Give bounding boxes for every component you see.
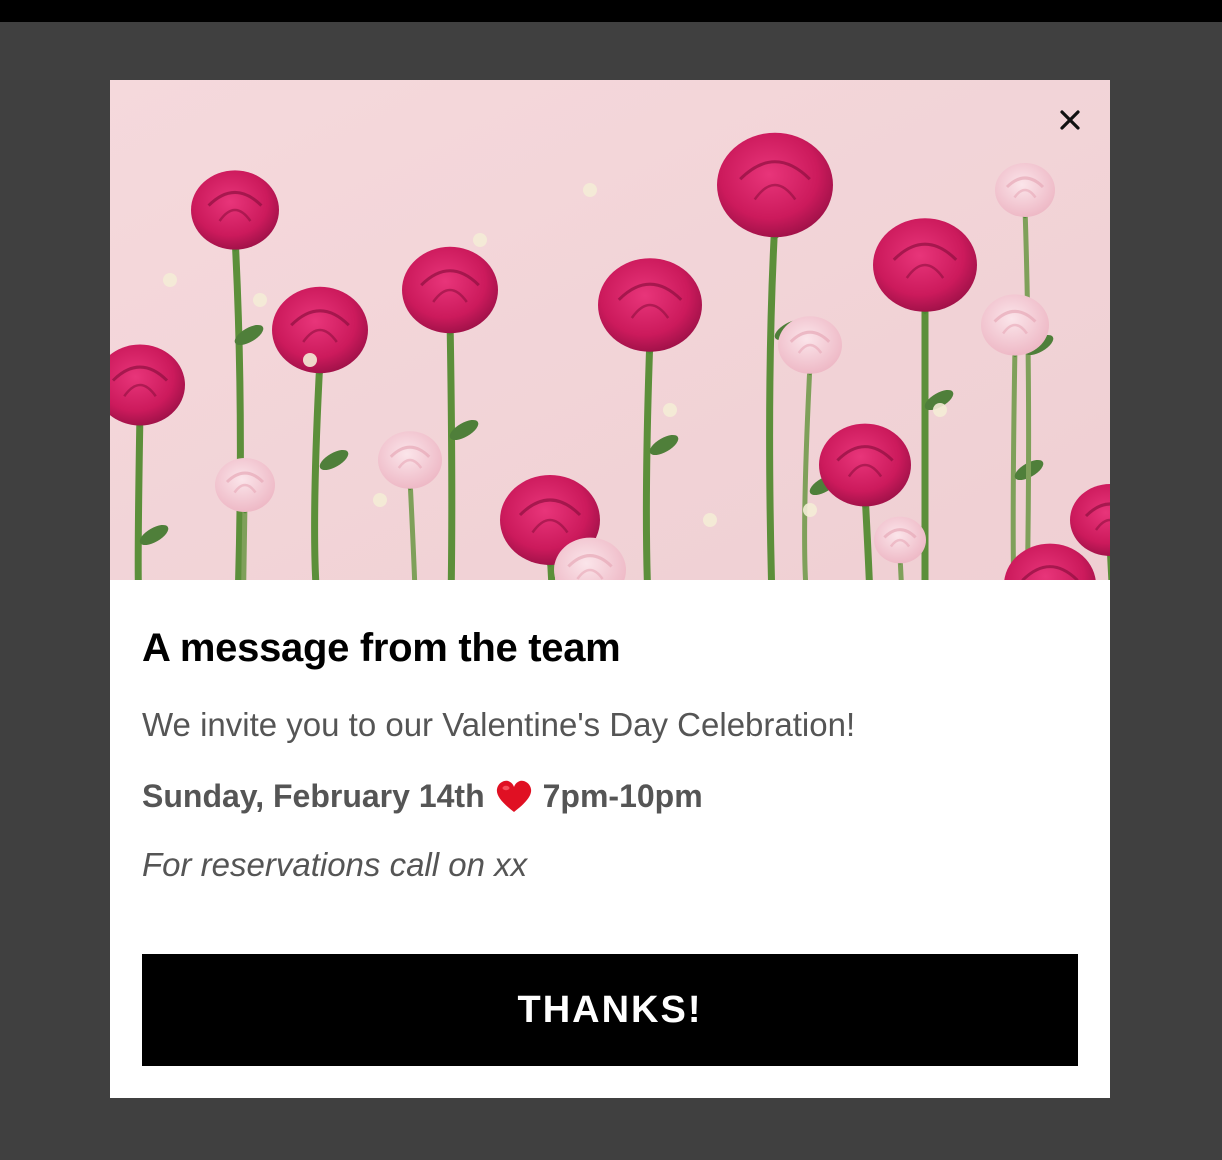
announcement-modal: A message from the team We invite you to… [110, 80, 1110, 1098]
roses-illustration [110, 80, 1110, 580]
modal-title: A message from the team [142, 626, 621, 670]
scattered-petal [583, 183, 597, 197]
scattered-petal [933, 403, 947, 417]
rose-stem [1010, 345, 1018, 580]
scattered-petal [703, 513, 717, 527]
invite-text: We invite you to our Valentine's Day Cel… [142, 706, 856, 743]
reservation-text: For reservations call on xx [142, 846, 528, 883]
hero-image [110, 80, 1110, 580]
close-icon [1060, 110, 1080, 130]
scattered-petal [373, 493, 387, 507]
scattered-petal [803, 503, 817, 517]
event-date: Sunday, February 14th [142, 778, 485, 814]
rose-stem [446, 318, 456, 580]
scattered-petal [163, 273, 177, 287]
heart-icon [496, 780, 531, 812]
rose-stem [642, 336, 654, 580]
scattered-petal [303, 353, 317, 367]
rose-stem [241, 502, 248, 580]
thanks-button[interactable]: THANKS! [142, 954, 1078, 1066]
scattered-petal [473, 233, 487, 247]
event-time: 7pm-10pm [542, 778, 703, 814]
event-datetime: Sunday, February 14th 7pm-10pm [142, 778, 703, 815]
rose-stem [134, 411, 144, 580]
scattered-petal [253, 293, 267, 307]
top-bar [0, 0, 1222, 22]
scattered-petal [663, 403, 677, 417]
close-button[interactable] [1052, 102, 1088, 138]
